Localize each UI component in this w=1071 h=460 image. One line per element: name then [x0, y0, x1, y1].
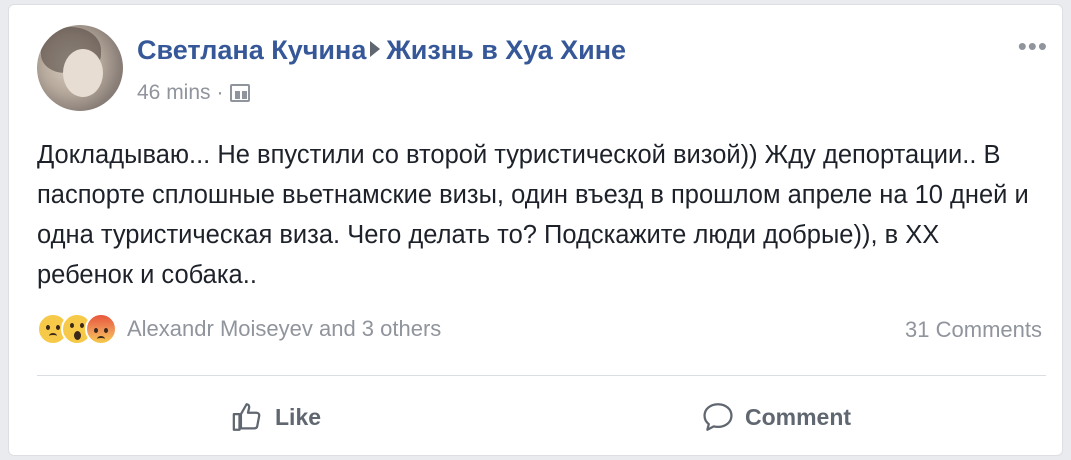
- post-timestamp[interactable]: 46 mins: [137, 81, 211, 105]
- comments-count-link[interactable]: 31 Comments: [905, 317, 1042, 343]
- post-meta: 46 mins ·: [137, 81, 250, 105]
- author-name-link[interactable]: Светлана Кучина: [137, 35, 366, 65]
- comment-label: Comment: [745, 403, 852, 430]
- group-icon: [229, 84, 250, 102]
- arrow-right-icon: [370, 41, 381, 57]
- like-button[interactable]: Like: [231, 397, 321, 437]
- avatar-face: [63, 49, 103, 97]
- comment-button[interactable]: Comment: [701, 397, 851, 437]
- reaction-names[interactable]: Alexandr Moiseyev and 3 others: [127, 316, 441, 342]
- actions-divider: [37, 375, 1046, 376]
- post-text: Докладываю... Не впустили со второй тури…: [37, 141, 1029, 289]
- post-header: Светлана Кучина Жизнь в Хуа Хине: [137, 35, 626, 66]
- angry-emoji-icon: [85, 313, 117, 345]
- author-avatar[interactable]: [37, 25, 123, 111]
- post-card: Светлана Кучина Жизнь в Хуа Хине 46 mins …: [8, 4, 1063, 456]
- meta-separator: ·: [216, 81, 224, 104]
- reactions-summary[interactable]: Alexandr Moiseyev and 3 others: [37, 313, 441, 345]
- group-name-link[interactable]: Жизнь в Хуа Хине: [386, 35, 626, 65]
- comment-bubble-icon: [703, 403, 733, 431]
- more-options-button[interactable]: •••: [1018, 31, 1048, 62]
- like-label: Like: [275, 403, 322, 430]
- thumbs-up-icon: [232, 403, 261, 431]
